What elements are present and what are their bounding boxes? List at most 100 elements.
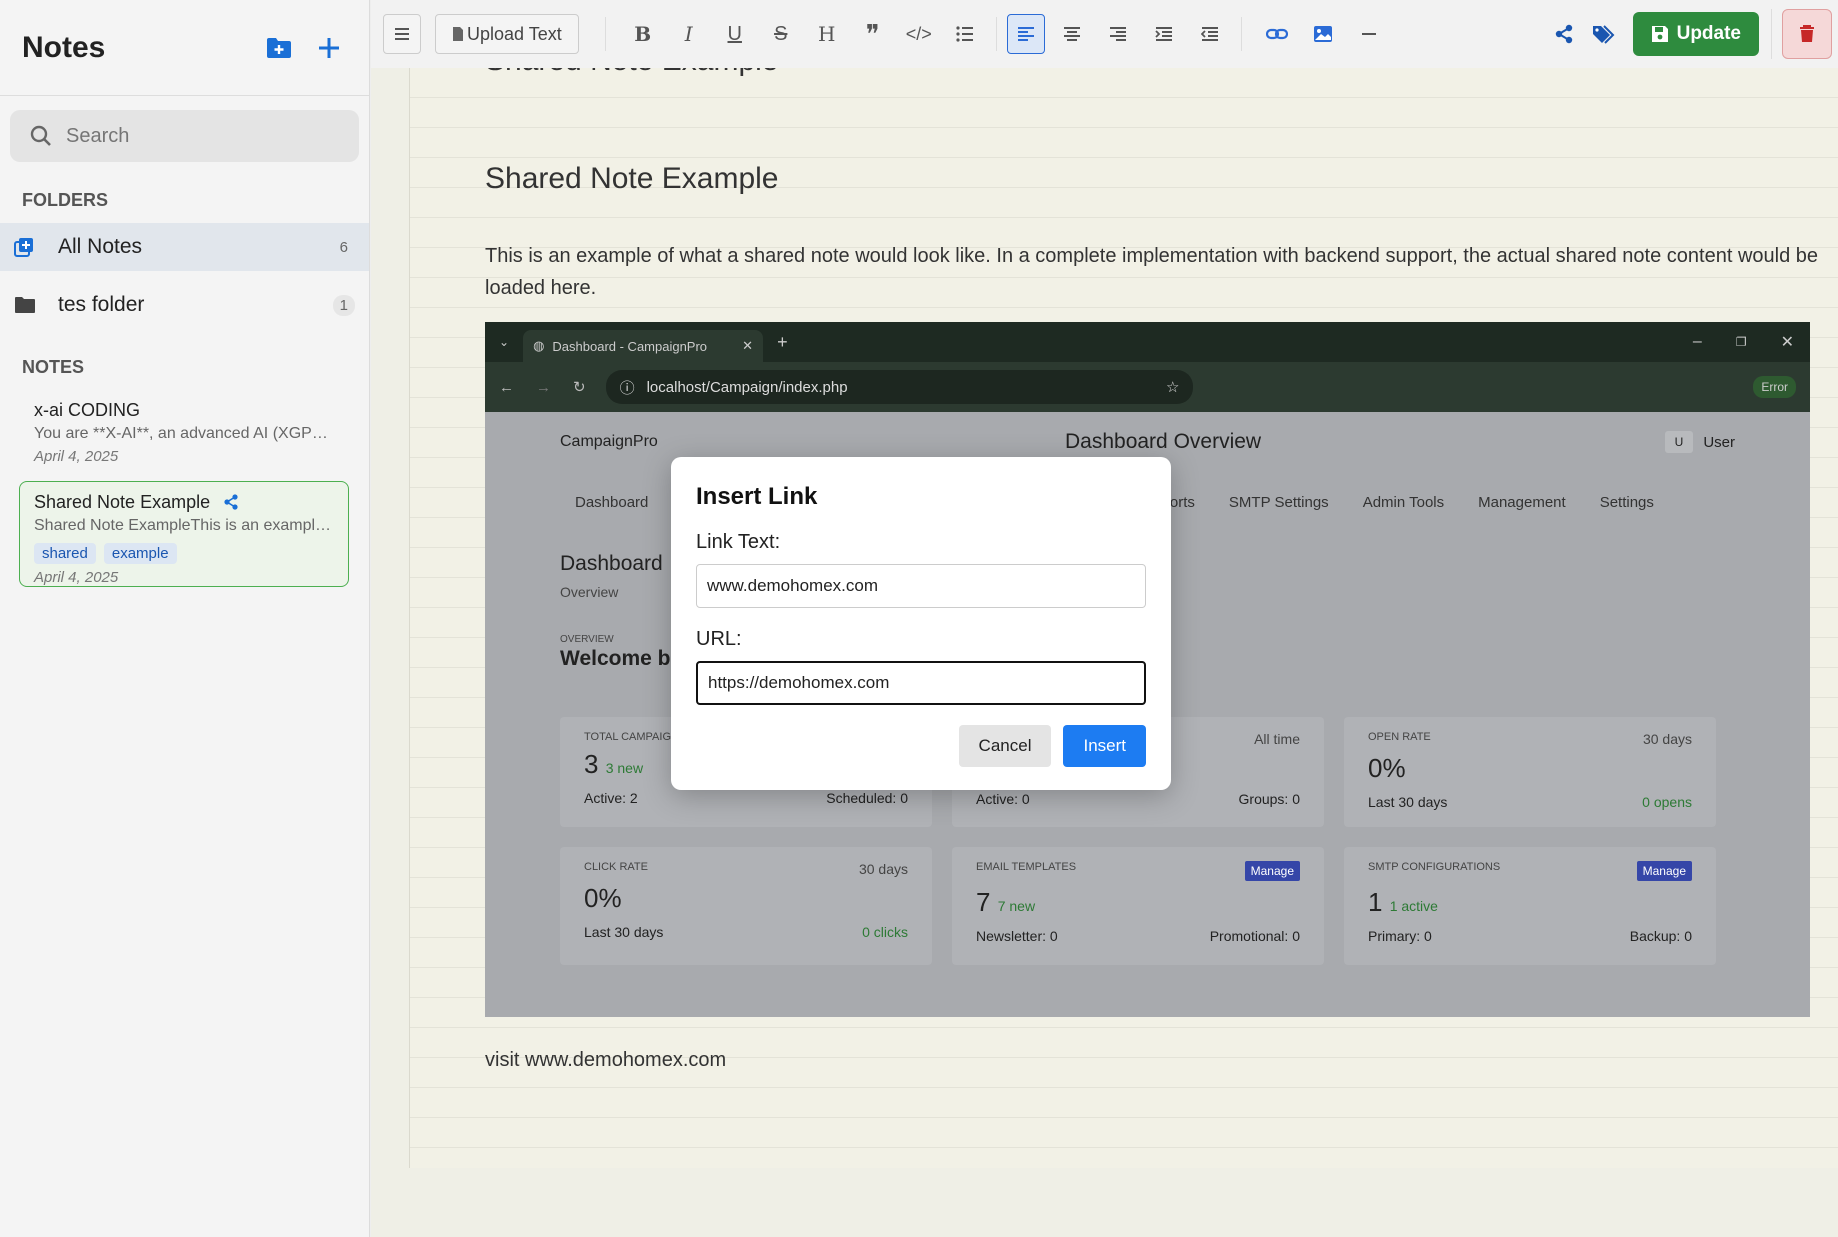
card-label: SMTP CONFIGURATIONS	[1368, 861, 1501, 873]
align-left-icon	[1017, 27, 1034, 41]
align-right-button[interactable]	[1099, 14, 1137, 54]
url-text: localhost/Campaign/index.php	[646, 378, 848, 396]
browser-tab-bar: ⌄ ◍ Dashboard - CampaignPro ✕ + – ❐ ✕	[485, 322, 1810, 362]
insert-button[interactable]: Insert	[1063, 725, 1146, 767]
tag-example[interactable]: example	[103, 543, 177, 564]
sidebar: Notes FOLDERS All Notes 6 tes folder 1 N…	[0, 0, 370, 1237]
sidebar-header: Notes	[0, 0, 369, 96]
strikethrough-icon: S	[774, 22, 788, 45]
dialog-title: Insert Link	[696, 483, 818, 510]
quote-button[interactable]: ❞	[854, 14, 892, 54]
card-left: Last 30 days	[584, 924, 664, 940]
nav-smtp: SMTP Settings	[1228, 493, 1329, 511]
note-date: April 4, 2025	[34, 448, 119, 465]
folder-all-notes[interactable]: All Notes 6	[0, 223, 369, 271]
browser-tab: ◍ Dashboard - CampaignPro ✕	[523, 330, 764, 362]
link-text-label: Link Text:	[696, 531, 781, 553]
card-left: Newsletter: 0	[976, 928, 1058, 944]
card-right: Scheduled: 0	[826, 790, 908, 806]
nav-dashboard: Dashboard	[575, 493, 649, 511]
bold-button[interactable]: B	[624, 14, 662, 54]
restore-icon: ❐	[1735, 335, 1747, 349]
strikethrough-button[interactable]: S	[762, 14, 800, 54]
update-button[interactable]: Update	[1632, 12, 1759, 56]
card-label: CLICK RATE	[584, 861, 648, 873]
tab-title: Dashboard - CampaignPro	[552, 338, 708, 354]
note-paragraph: This is an example of what a shared note…	[485, 245, 1819, 299]
card-smtp: SMTP CONFIGURATIONS Manage 1 1 active Pri…	[1344, 847, 1716, 965]
note-title: x-ai CODING	[34, 400, 141, 420]
card-open-rate: OPEN RATE 30 days 0% Last 30 days 0 opens	[1344, 717, 1716, 827]
link-text-input[interactable]	[696, 564, 1146, 608]
new-folder-button[interactable]	[261, 30, 297, 66]
cancel-button[interactable]: Cancel	[958, 725, 1052, 767]
tags-icon	[1592, 25, 1615, 44]
code-button[interactable]: </>	[900, 14, 938, 54]
divider	[1771, 9, 1772, 59]
align-left-button[interactable]	[1006, 14, 1045, 54]
note-item-xai-coding[interactable]: x-ai CODING You are **X-AI**, an advance…	[20, 390, 349, 475]
bold-icon: B	[634, 22, 652, 46]
card-right: Backup: 0	[1629, 928, 1692, 944]
error-badge: Error	[1753, 376, 1796, 398]
outdent-icon	[1200, 27, 1218, 41]
card-right: Groups: 0	[1238, 791, 1300, 807]
folder-label: tes folder	[58, 293, 145, 316]
forward-icon: →	[536, 378, 551, 396]
list-button[interactable]	[946, 14, 984, 54]
card-click-rate: CLICK RATE 30 days 0% Last 30 days 0 click…	[560, 847, 932, 965]
align-center-icon	[1063, 27, 1080, 41]
card-note: 7 new	[997, 898, 1036, 914]
card-filter: 30 days	[858, 861, 908, 877]
note-preview: You are **X-AI**, an advanced AI (XGPT),…	[34, 425, 335, 442]
new-note-button[interactable]	[311, 30, 347, 66]
url-input[interactable]	[696, 661, 1146, 705]
insert-link-button[interactable]	[1258, 14, 1296, 54]
share-button[interactable]	[1545, 14, 1583, 54]
info-icon: ⓘ	[619, 379, 635, 397]
horizontal-rule-button[interactable]	[1350, 14, 1388, 54]
close-window-icon: ✕	[1780, 334, 1794, 351]
search-box	[10, 110, 359, 162]
toggle-sidebar-button[interactable]	[383, 14, 421, 54]
share-icon	[224, 494, 238, 510]
star-icon: ☆	[1166, 379, 1180, 396]
note-item-shared-note[interactable]: Shared Note Example Shared Note ExampleT…	[19, 481, 349, 587]
search-input[interactable]	[66, 124, 326, 148]
indent-button[interactable]	[1145, 14, 1183, 54]
insert-image-button[interactable]	[1304, 14, 1342, 54]
heading-button[interactable]: H	[808, 14, 846, 54]
plus-icon	[319, 37, 339, 58]
close-tab-icon: ✕	[742, 338, 754, 353]
card-right: 0 clicks	[862, 924, 908, 940]
card-email-templates: EMAIL TEMPLATES Manage 7 7 new Newsletter…	[952, 847, 1324, 965]
horizontal-rule-icon	[1361, 33, 1376, 35]
underline-button[interactable]: U	[716, 14, 754, 54]
editor-toolbar: Upload Text B I U S H ❞ </> Update	[371, 0, 1838, 68]
dialog-actions: Cancel Insert	[696, 725, 1146, 767]
card-value: 0%	[584, 883, 622, 913]
align-center-button[interactable]	[1053, 14, 1091, 54]
reload-icon: ↻	[573, 379, 586, 396]
folder-tes-folder[interactable]: tes folder 1	[0, 281, 369, 329]
code-icon: </>	[905, 23, 932, 44]
divider	[995, 17, 997, 51]
card-label: OPEN RATE	[1368, 731, 1431, 743]
card-note: 3 new	[605, 760, 644, 776]
card-manage: Manage	[1636, 861, 1692, 881]
upload-label: Upload Text	[467, 23, 562, 44]
delete-button[interactable]	[1782, 9, 1832, 59]
update-label: Update	[1676, 23, 1741, 44]
outdent-button[interactable]	[1191, 14, 1229, 54]
globe-icon: ◍	[533, 338, 545, 353]
card-value: 1	[1368, 887, 1383, 917]
upload-text-button[interactable]: Upload Text	[435, 14, 579, 54]
folder-icon	[14, 294, 36, 316]
file-icon	[453, 27, 463, 41]
tag-shared[interactable]: shared	[34, 543, 96, 564]
folder-count: 1	[332, 294, 355, 316]
tags-button[interactable]	[1585, 14, 1623, 54]
italic-button[interactable]: I	[670, 14, 708, 54]
divider	[604, 17, 606, 51]
previous-heading: Shared Note Example	[485, 68, 779, 78]
